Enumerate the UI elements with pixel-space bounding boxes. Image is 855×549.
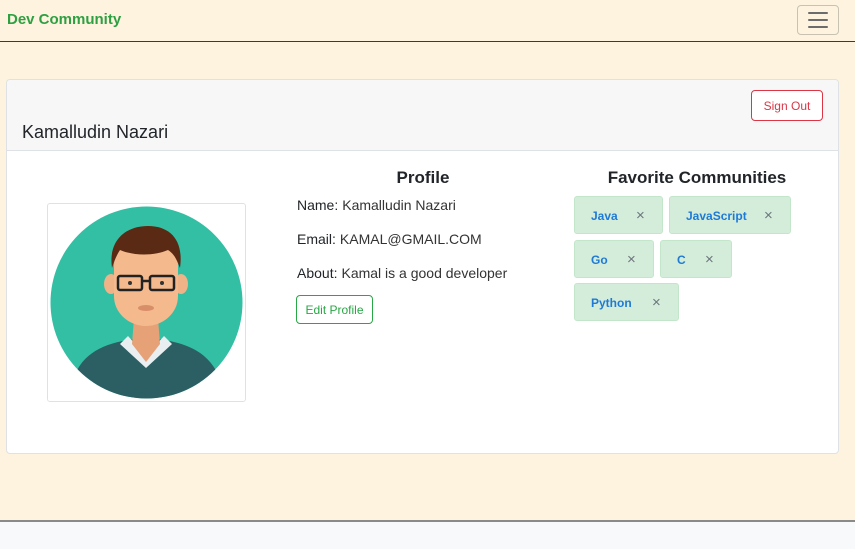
name-label: Name: (297, 197, 339, 213)
remove-c-icon[interactable]: × (705, 251, 714, 268)
about-label: About: (297, 265, 338, 281)
brand-link[interactable]: Dev Community (7, 11, 121, 28)
card-header: Kamalludin Nazari Sign Out (7, 80, 838, 151)
chip-label: Go (591, 253, 608, 267)
profile-heading: Profile (396, 168, 450, 187)
community-chip-go[interactable]: Go × (574, 240, 654, 278)
community-chip-python[interactable]: Python × (574, 283, 679, 321)
email-field: Email: KAMAL@GMAIL.COM (297, 231, 482, 247)
email-value: KAMAL@GMAIL.COM (339, 231, 482, 247)
sign-out-button[interactable]: Sign Out (751, 90, 823, 121)
remove-python-icon[interactable]: × (652, 294, 661, 311)
avatar (47, 203, 246, 402)
about-value: Kamal is a good developer (341, 265, 508, 281)
community-chip-c[interactable]: C × (660, 240, 732, 278)
edit-profile-button[interactable]: Edit Profile (296, 295, 373, 324)
email-label: Email: (297, 231, 336, 247)
chip-label: Python (591, 296, 632, 310)
community-chip-javascript[interactable]: JavaScript × (669, 196, 791, 234)
name-value: Kamalludin Nazari (342, 197, 456, 213)
remove-go-icon[interactable]: × (627, 251, 636, 268)
navbar-toggler-button[interactable] (797, 5, 839, 35)
remove-java-icon[interactable]: × (636, 207, 645, 224)
chip-label: Java (591, 209, 618, 223)
about-field: About: Kamal is a good developer (297, 265, 507, 281)
hamburger-menu-icon (808, 12, 828, 14)
header-user-name: Kamalludin Nazari (22, 122, 169, 142)
chip-label: C (677, 253, 686, 267)
remove-javascript-icon[interactable]: × (764, 207, 773, 224)
navbar: Dev Community (0, 0, 855, 42)
male-developer-avatar-icon (50, 206, 243, 399)
profile-card: Kamalludin Nazari Sign Out Profile Name:… (6, 79, 839, 454)
name-field: Name: Kamalludin Nazari (297, 197, 456, 213)
footer (0, 520, 855, 549)
community-chip-java[interactable]: Java × (574, 196, 663, 234)
chip-label: JavaScript (686, 209, 747, 223)
favorite-communities-heading: Favorite Communities (607, 168, 787, 187)
